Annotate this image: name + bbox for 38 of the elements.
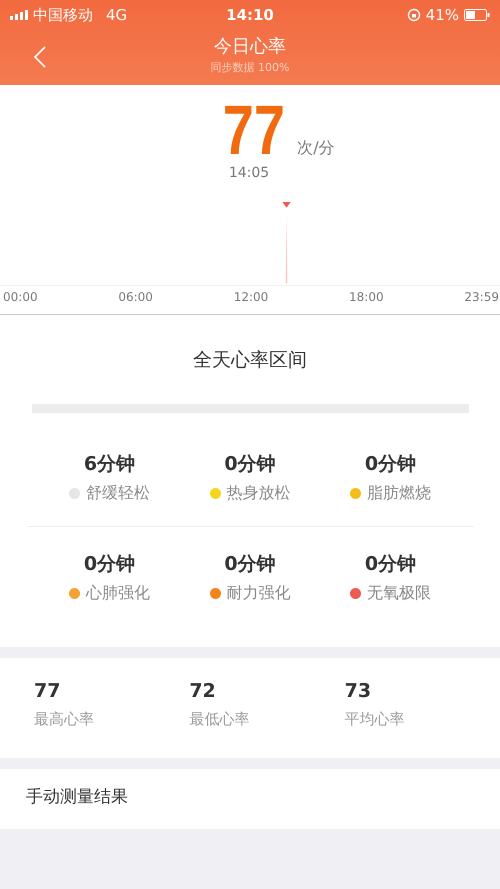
zone-label: 脂肪燃烧 bbox=[367, 483, 431, 504]
stat-label: 最低心率 bbox=[189, 710, 250, 729]
zone-duration: 6分钟 bbox=[84, 452, 136, 477]
zone-label: 无氧极限 bbox=[367, 583, 431, 604]
signal-icon bbox=[10, 10, 28, 20]
battery-icon bbox=[464, 9, 490, 21]
zone-label: 热身放松 bbox=[226, 483, 290, 504]
zone-duration: 0分钟 bbox=[364, 552, 416, 577]
back-icon bbox=[34, 46, 46, 68]
axis-label: 23:59 bbox=[464, 290, 499, 304]
sync-status: 同步数据 100% bbox=[210, 60, 290, 75]
zone-duration: 0分钟 bbox=[84, 552, 136, 577]
rotation-lock-icon bbox=[406, 8, 421, 22]
battery-percent: 41% bbox=[426, 6, 459, 24]
axis-label: 06:00 bbox=[118, 290, 153, 304]
zone-label: 耐力强化 bbox=[226, 583, 290, 604]
zone-duration: 0分钟 bbox=[224, 452, 276, 477]
stat-label: 平均心率 bbox=[344, 710, 406, 729]
section-title: 手动测量结果 bbox=[26, 787, 128, 807]
page-title: 今日心率 bbox=[214, 35, 286, 58]
zone-duration: 0分钟 bbox=[364, 452, 416, 477]
measure-time: 14:05 bbox=[228, 165, 270, 181]
stat-value: 73 bbox=[344, 680, 372, 702]
zone-duration: 0分钟 bbox=[224, 552, 276, 577]
network-type: 4G bbox=[106, 6, 128, 24]
axis-label: 00:00 bbox=[3, 290, 38, 304]
heart-rate-value: 77 bbox=[223, 97, 286, 163]
axis-label: 18:00 bbox=[349, 290, 384, 304]
stat-value: 72 bbox=[189, 680, 217, 702]
status-time: 14:10 bbox=[226, 6, 274, 24]
stat-label: 最高心率 bbox=[34, 710, 95, 729]
carrier-name: 中国移动 bbox=[33, 6, 93, 24]
section-title: 全天心率区间 bbox=[193, 348, 307, 373]
zone-label: 心肺强化 bbox=[86, 583, 150, 604]
unit-label: 次/分 bbox=[297, 138, 335, 159]
stat-value: 77 bbox=[34, 680, 62, 702]
axis-label: 12:00 bbox=[234, 290, 268, 304]
zone-label: 舒缓轻松 bbox=[86, 483, 150, 504]
